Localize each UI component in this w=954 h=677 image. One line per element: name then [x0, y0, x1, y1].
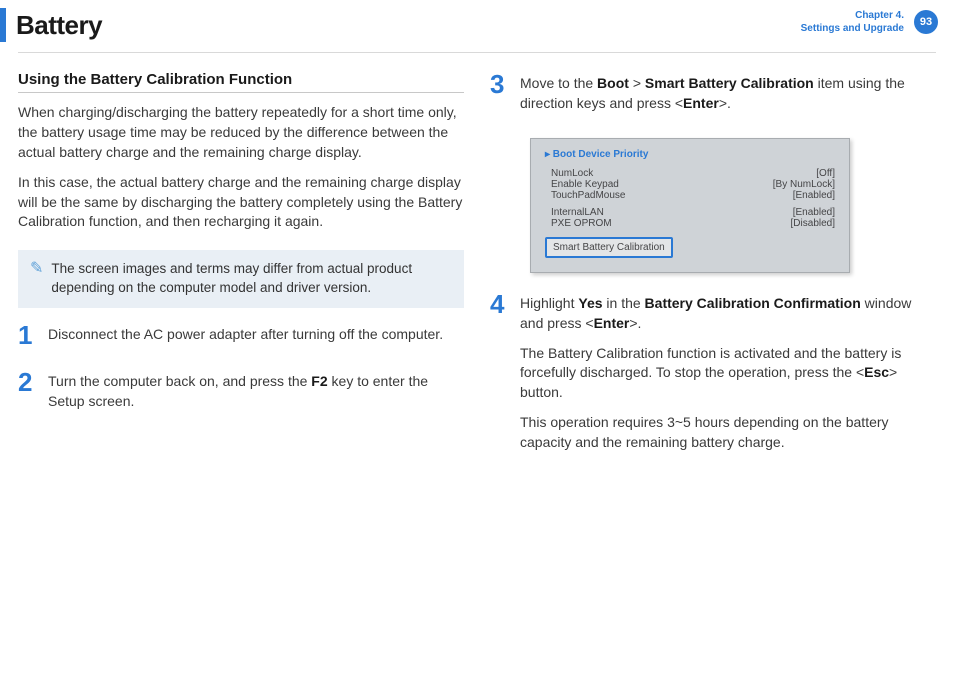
note-text: The screen images and terms may differ f…	[51, 260, 450, 298]
bios-screenshot: ▸ Boot Device Priority NumLock [Off] Enab…	[530, 138, 850, 273]
bios-r2l: Enable Keypad	[551, 179, 619, 190]
step-3-sbc: Smart Battery Calibration	[645, 75, 814, 91]
step-4-win: Battery Calibration Confirmation	[645, 295, 861, 311]
step-3-sep: >	[629, 75, 645, 91]
bios-row-keypad: Enable Keypad [By NumLock]	[551, 179, 835, 190]
step-3-body: Move to the Boot > Smart Battery Calibra…	[520, 71, 936, 124]
step-3-enter: Enter	[683, 95, 719, 111]
step-4-number: 4	[490, 291, 508, 463]
bios-row-touchpad: TouchPadMouse [Enabled]	[551, 190, 835, 201]
bios-r3r: [Enabled]	[793, 190, 835, 201]
step-4-yes: Yes	[578, 295, 602, 311]
step-3: 3 Move to the Boot > Smart Battery Calib…	[490, 71, 936, 124]
step-4-d: >.	[629, 315, 641, 331]
page-title: Battery	[16, 10, 102, 41]
bios-block-1: NumLock [Off] Enable Keypad [By NumLock] T…	[545, 168, 835, 201]
note-icon: ✎	[30, 260, 43, 298]
right-column: 3 Move to the Boot > Smart Battery Calib…	[490, 71, 936, 477]
step-4-esc: Esc	[864, 364, 889, 380]
step-3-number: 3	[490, 71, 508, 124]
bios-r3l: TouchPadMouse	[551, 190, 626, 201]
bios-r5l: PXE OPROM	[551, 218, 612, 229]
step-4-a: Highlight	[520, 295, 578, 311]
bios-row-numlock: NumLock [Off]	[551, 168, 835, 179]
step-1-body: Disconnect the AC power adapter after tu…	[48, 322, 464, 355]
step-2: 2 Turn the computer back on, and press t…	[18, 369, 464, 422]
header-right: Chapter 4. Settings and Upgrade 93	[801, 8, 938, 35]
step-4-text-3: This operation requires 3~5 hours depend…	[520, 413, 936, 453]
step-3-a: Move to the	[520, 75, 597, 91]
step-3-boot: Boot	[597, 75, 629, 91]
step-4: 4 Highlight Yes in the Battery Calibrati…	[490, 291, 936, 463]
bios-r2r: [By NumLock]	[773, 179, 835, 190]
chapter-line-1: Chapter 4.	[801, 10, 904, 23]
bios-highlighted-item: Smart Battery Calibration	[545, 237, 673, 258]
step-4-text-1: Highlight Yes in the Battery Calibration…	[520, 294, 936, 334]
chapter-label: Chapter 4. Settings and Upgrade	[801, 10, 904, 35]
intro-paragraph-2: In this case, the actual battery charge …	[18, 173, 464, 233]
bios-r4r: [Enabled]	[793, 207, 835, 218]
bios-block-2: InternalLAN [Enabled] PXE OPROM [Disabled]	[545, 207, 835, 229]
accent-bar	[0, 8, 6, 42]
step-2-text-a: Turn the computer back on, and press the	[48, 373, 311, 389]
step-4-body: Highlight Yes in the Battery Calibration…	[520, 291, 936, 463]
step-2-key: F2	[311, 373, 327, 389]
bios-panel: ▸ Boot Device Priority NumLock [Off] Enab…	[530, 138, 850, 273]
step-4-enter: Enter	[594, 315, 630, 331]
step-3-text: Move to the Boot > Smart Battery Calibra…	[520, 74, 936, 114]
page-header: Battery Chapter 4. Settings and Upgrade …	[0, 0, 954, 48]
section-subhead: Using the Battery Calibration Function	[18, 71, 464, 93]
step-4-p2a: The Battery Calibration function is acti…	[520, 345, 901, 381]
bios-heading: ▸ Boot Device Priority	[545, 149, 835, 160]
note-box: ✎ The screen images and terms may differ…	[18, 250, 464, 308]
bios-r5r: [Disabled]	[791, 218, 835, 229]
step-1-number: 1	[18, 322, 36, 355]
left-column: Using the Battery Calibration Function W…	[18, 71, 464, 477]
step-1-text: Disconnect the AC power adapter after tu…	[48, 325, 464, 345]
bios-r1l: NumLock	[551, 168, 593, 179]
intro-paragraph-1: When charging/discharging the battery re…	[18, 103, 464, 163]
bios-row-pxe: PXE OPROM [Disabled]	[551, 218, 835, 229]
step-2-number: 2	[18, 369, 36, 422]
step-2-text: Turn the computer back on, and press the…	[48, 372, 464, 412]
step-4-text-2: The Battery Calibration function is acti…	[520, 344, 936, 404]
step-2-body: Turn the computer back on, and press the…	[48, 369, 464, 422]
chapter-line-2: Settings and Upgrade	[801, 23, 904, 36]
content-columns: Using the Battery Calibration Function W…	[0, 53, 954, 477]
step-4-b: in the	[603, 295, 645, 311]
step-3-c: >.	[719, 95, 731, 111]
bios-row-lan: InternalLAN [Enabled]	[551, 207, 835, 218]
bios-r1r: [Off]	[816, 168, 835, 179]
step-1: 1 Disconnect the AC power adapter after …	[18, 322, 464, 355]
header-left: Battery	[0, 8, 102, 42]
bios-r4l: InternalLAN	[551, 207, 604, 218]
page-number-badge: 93	[914, 10, 938, 34]
